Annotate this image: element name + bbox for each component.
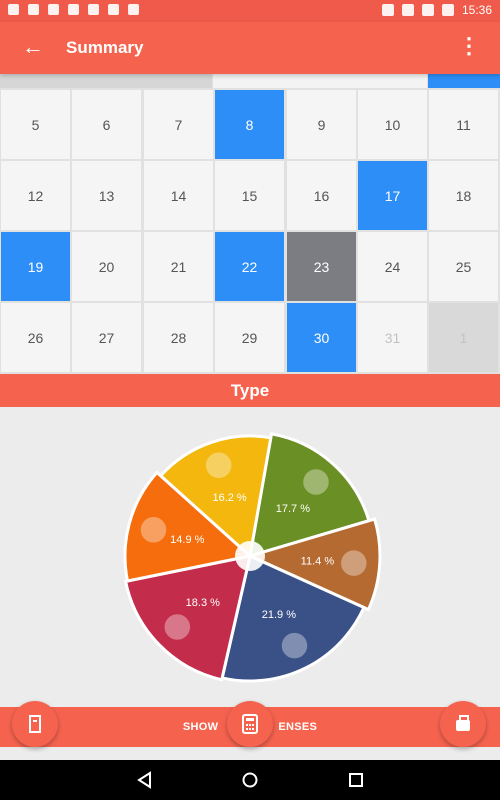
calendar-day-8[interactable]: 8 [215, 90, 284, 159]
bed-icon [164, 614, 191, 640]
slice-label: 21.9 % [262, 609, 296, 621]
folder-icon [108, 4, 119, 15]
type-header: Type [0, 374, 500, 407]
calendar-day-21[interactable]: 21 [144, 232, 213, 301]
person-icon [8, 4, 19, 15]
notification-icons [8, 4, 139, 15]
slice-label: 18.3 % [186, 597, 220, 609]
signal-icon [421, 4, 434, 16]
calendar-day-14[interactable]: 14 [144, 161, 213, 230]
cast-icon [381, 4, 394, 16]
receipt-icon [29, 715, 41, 733]
calendar-day-13[interactable]: 13 [72, 161, 141, 230]
gift-icon [303, 469, 329, 495]
clock: 15:36 [461, 3, 492, 17]
calendar-grid: 5 6 7 8 9 10 11 12 13 14 15 16 17 18 19 20 21 22 23 24 25 26 2… [0, 74, 500, 374]
calendar-day-30[interactable]: 30 [287, 303, 356, 372]
calendar-day-20[interactable]: 20 [72, 232, 141, 301]
calendar-day-25[interactable]: 25 [429, 232, 498, 301]
calendar-day-22[interactable]: 22 [215, 232, 284, 301]
calendar-day-12[interactable]: 12 [1, 161, 70, 230]
calendar-day-5[interactable]: 5 [1, 90, 70, 159]
calendar-prev-selected [428, 74, 500, 88]
system-nav-bar [0, 760, 500, 800]
wallet-icon [456, 715, 470, 731]
more-vert-icon[interactable]: ⋮ [458, 35, 480, 57]
calendar-prev-row [213, 74, 427, 88]
cart-icon [140, 517, 167, 543]
bottom-label-right: ENSES [278, 721, 318, 733]
slice-label: 14.9 % [170, 534, 204, 546]
calendar-day-23[interactable]: 23 [287, 232, 356, 301]
app-bar: ← Summary ⋮ [0, 22, 500, 74]
slice-label: 17.7 % [276, 503, 310, 515]
cloud-icon [341, 550, 367, 576]
download-icon [128, 4, 139, 15]
calendar-day-18[interactable]: 18 [429, 161, 498, 230]
wifi-icon [401, 4, 414, 16]
calendar-day-26[interactable]: 26 [1, 303, 70, 372]
calculator-fab[interactable] [227, 701, 273, 747]
battery-icon [441, 4, 454, 16]
video-icon [48, 4, 59, 15]
wallet-fab[interactable] [440, 701, 486, 747]
bottom-label-left: SHOW [182, 721, 219, 733]
money-bag-icon [281, 632, 308, 659]
pie-center [235, 541, 265, 571]
calendar-day-16[interactable]: 16 [287, 161, 356, 230]
mail-icon [88, 4, 99, 15]
calculator-icon [242, 714, 258, 734]
receipt-fab[interactable] [12, 701, 58, 747]
calendar-day-11[interactable]: 11 [429, 90, 498, 159]
nav-back-icon[interactable] [135, 770, 155, 790]
calendar-day-6[interactable]: 6 [72, 90, 141, 159]
status-bar: 15:36 [0, 0, 500, 22]
nav-home-icon[interactable] [240, 770, 260, 790]
video-icon [28, 4, 39, 15]
warning-icon [68, 4, 79, 15]
calendar-day-17[interactable]: 17 [358, 161, 427, 230]
calendar-day-1[interactable]: 1 [429, 303, 498, 372]
calendar-day-9[interactable]: 9 [287, 90, 356, 159]
calendar-day-27[interactable]: 27 [72, 303, 141, 372]
calendar-day-24[interactable]: 24 [358, 232, 427, 301]
nav-recents-icon[interactable] [346, 770, 366, 790]
calendar-day-31[interactable]: 31 [358, 303, 427, 372]
calendar-day-19[interactable]: 19 [1, 232, 70, 301]
page-title: Summary [66, 38, 144, 57]
calendar-day-29[interactable]: 29 [215, 303, 284, 372]
back-arrow-icon[interactable]: ← [22, 34, 44, 60]
slice-label: 11.4 % [301, 556, 335, 568]
calendar-day-7[interactable]: 7 [144, 90, 213, 159]
slice-label: 16.2 % [212, 492, 246, 504]
calendar-day-15[interactable]: 15 [215, 161, 284, 230]
calendar-prev-row [0, 74, 212, 88]
pie-chart: 17.7 % 11.4 % 21.9 % 18.3 % 14.9 % 16.2 % [123, 432, 382, 683]
car-icon [205, 452, 232, 479]
calendar-day-28[interactable]: 28 [144, 303, 213, 372]
calendar-day-10[interactable]: 10 [358, 90, 427, 159]
